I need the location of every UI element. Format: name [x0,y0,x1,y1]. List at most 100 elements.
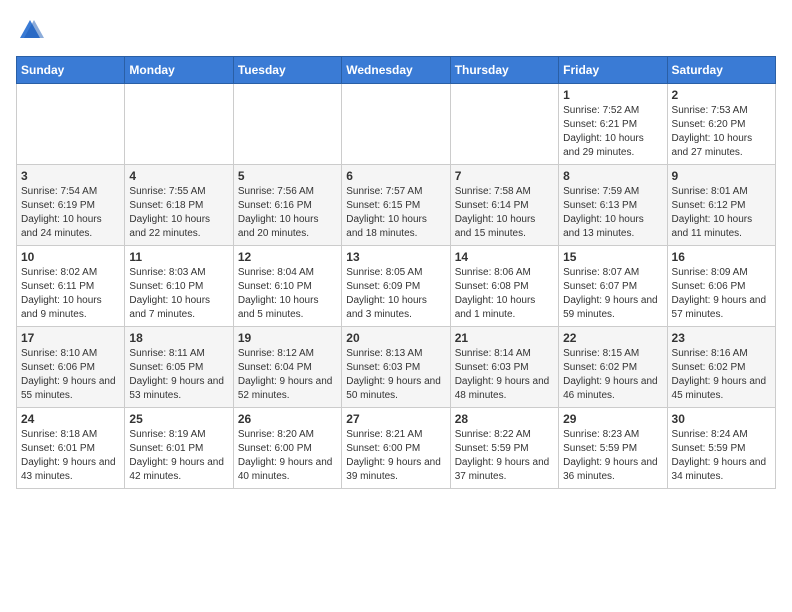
day-info: Sunrise: 7:59 AM Sunset: 6:13 PM Dayligh… [563,185,662,241]
day-info: Sunrise: 8:05 AM Sunset: 6:09 PM Dayligh… [346,266,445,322]
calendar-cell: 19Sunrise: 8:12 AM Sunset: 6:04 PM Dayli… [233,327,341,408]
day-header-wednesday: Wednesday [342,57,450,84]
day-number: 29 [563,412,662,426]
calendar-cell: 13 Sunrise: 8:05 AM Sunset: 6:09 PM Dayli… [342,246,450,327]
day-info: Sunrise: 8:07 AM Sunset: 6:07 PM Dayligh… [563,266,662,322]
calendar-cell: 1Sunrise: 7:52 AM Sunset: 6:21 PM Daylig… [559,84,667,165]
day-header-tuesday: Tuesday [233,57,341,84]
day-info: Sunrise: 8:24 AM Sunset: 5:59 PM Dayligh… [672,428,771,484]
day-info: Sunrise: 7:54 AM Sunset: 6:19 PM Dayligh… [21,185,120,241]
day-info: Sunrise: 8:03 AM Sunset: 6:10 PM Dayligh… [129,266,228,322]
calendar-cell: 21 Sunrise: 8:14 AM Sunset: 6:03 PM Dayli… [450,327,558,408]
day-info: Sunrise: 7:53 AM Sunset: 6:20 PM Dayligh… [672,104,771,160]
day-number: 6 [346,169,445,183]
calendar-cell: 5 Sunrise: 7:56 AM Sunset: 6:16 PM Daylig… [233,165,341,246]
day-number: 15 [563,250,662,264]
day-number: 22 [563,331,662,345]
day-number: 17 [21,331,120,345]
day-info: Sunrise: 8:12 AM Sunset: 6:04 PM Dayligh… [238,347,337,403]
calendar-cell: 7 Sunrise: 7:58 AM Sunset: 6:14 PM Daylig… [450,165,558,246]
calendar-week-2: 3 Sunrise: 7:54 AM Sunset: 6:19 PM Daylig… [17,165,776,246]
calendar-table: SundayMondayTuesdayWednesdayThursdayFrid… [16,56,776,489]
calendar-cell: 9 Sunrise: 8:01 AM Sunset: 6:12 PM Daylig… [667,165,775,246]
day-info: Sunrise: 8:20 AM Sunset: 6:00 PM Dayligh… [238,428,337,484]
calendar-cell: 12Sunrise: 8:04 AM Sunset: 6:10 PM Dayli… [233,246,341,327]
calendar-cell: 23 Sunrise: 8:16 AM Sunset: 6:02 PM Dayli… [667,327,775,408]
day-number: 13 [346,250,445,264]
day-info: Sunrise: 7:56 AM Sunset: 6:16 PM Dayligh… [238,185,337,241]
day-info: Sunrise: 8:02 AM Sunset: 6:11 PM Dayligh… [21,266,120,322]
day-number: 24 [21,412,120,426]
calendar-cell: 24Sunrise: 8:18 AM Sunset: 6:01 PM Dayli… [17,408,125,489]
day-number: 23 [672,331,771,345]
calendar-cell: 2 Sunrise: 7:53 AM Sunset: 6:20 PM Daylig… [667,84,775,165]
calendar-cell: 20 Sunrise: 8:13 AM Sunset: 6:03 PM Dayli… [342,327,450,408]
calendar-cell: 28 Sunrise: 8:22 AM Sunset: 5:59 PM Dayli… [450,408,558,489]
calendar-cell: 22 Sunrise: 8:15 AM Sunset: 6:02 PM Dayli… [559,327,667,408]
day-number: 4 [129,169,228,183]
day-number: 10 [21,250,120,264]
day-number: 30 [672,412,771,426]
calendar-cell: 17 Sunrise: 8:10 AM Sunset: 6:06 PM Dayli… [17,327,125,408]
calendar-cell: 4 Sunrise: 7:55 AM Sunset: 6:18 PM Daylig… [125,165,233,246]
day-number: 3 [21,169,120,183]
day-number: 5 [238,169,337,183]
day-info: Sunrise: 7:57 AM Sunset: 6:15 PM Dayligh… [346,185,445,241]
calendar-cell: 27 Sunrise: 8:21 AM Sunset: 6:00 PM Dayli… [342,408,450,489]
calendar-cell: 6 Sunrise: 7:57 AM Sunset: 6:15 PM Daylig… [342,165,450,246]
day-number: 26 [238,412,337,426]
calendar-cell: 26 Sunrise: 8:20 AM Sunset: 6:00 PM Dayli… [233,408,341,489]
day-number: 16 [672,250,771,264]
day-number: 2 [672,88,771,102]
day-number: 27 [346,412,445,426]
calendar-cell: 30 Sunrise: 8:24 AM Sunset: 5:59 PM Dayli… [667,408,775,489]
day-number: 21 [455,331,554,345]
calendar-cell [17,84,125,165]
calendar-week-3: 10 Sunrise: 8:02 AM Sunset: 6:11 PM Dayli… [17,246,776,327]
day-info: Sunrise: 8:14 AM Sunset: 6:03 PM Dayligh… [455,347,554,403]
day-info: Sunrise: 8:21 AM Sunset: 6:00 PM Dayligh… [346,428,445,484]
day-info: Sunrise: 8:11 AM Sunset: 6:05 PM Dayligh… [129,347,228,403]
day-number: 18 [129,331,228,345]
day-info: Sunrise: 8:15 AM Sunset: 6:02 PM Dayligh… [563,347,662,403]
day-number: 14 [455,250,554,264]
calendar-cell: 18 Sunrise: 8:11 AM Sunset: 6:05 PM Dayli… [125,327,233,408]
day-number: 7 [455,169,554,183]
calendar-cell: 3 Sunrise: 7:54 AM Sunset: 6:19 PM Daylig… [17,165,125,246]
logo [16,16,48,44]
calendar-week-4: 17 Sunrise: 8:10 AM Sunset: 6:06 PM Dayli… [17,327,776,408]
day-header-friday: Friday [559,57,667,84]
day-info: Sunrise: 8:19 AM Sunset: 6:01 PM Dayligh… [129,428,228,484]
day-info: Sunrise: 8:13 AM Sunset: 6:03 PM Dayligh… [346,347,445,403]
calendar-cell: 29 Sunrise: 8:23 AM Sunset: 5:59 PM Dayli… [559,408,667,489]
day-number: 12 [238,250,337,264]
calendar-cell [450,84,558,165]
day-info: Sunrise: 7:55 AM Sunset: 6:18 PM Dayligh… [129,185,228,241]
day-number: 25 [129,412,228,426]
calendar-week-5: 24Sunrise: 8:18 AM Sunset: 6:01 PM Dayli… [17,408,776,489]
day-info: Sunrise: 8:06 AM Sunset: 6:08 PM Dayligh… [455,266,554,322]
day-info: Sunrise: 7:58 AM Sunset: 6:14 PM Dayligh… [455,185,554,241]
day-number: 20 [346,331,445,345]
calendar-cell: 14 Sunrise: 8:06 AM Sunset: 6:08 PM Dayli… [450,246,558,327]
header-row: SundayMondayTuesdayWednesdayThursdayFrid… [17,57,776,84]
day-number: 8 [563,169,662,183]
day-number: 28 [455,412,554,426]
calendar-cell: 25 Sunrise: 8:19 AM Sunset: 6:01 PM Dayli… [125,408,233,489]
header [16,16,776,44]
calendar-cell: 16 Sunrise: 8:09 AM Sunset: 6:06 PM Dayli… [667,246,775,327]
calendar-cell: 8 Sunrise: 7:59 AM Sunset: 6:13 PM Daylig… [559,165,667,246]
day-info: Sunrise: 8:23 AM Sunset: 5:59 PM Dayligh… [563,428,662,484]
calendar-cell [233,84,341,165]
day-number: 11 [129,250,228,264]
day-info: Sunrise: 8:16 AM Sunset: 6:02 PM Dayligh… [672,347,771,403]
day-info: Sunrise: 8:22 AM Sunset: 5:59 PM Dayligh… [455,428,554,484]
day-info: Sunrise: 8:10 AM Sunset: 6:06 PM Dayligh… [21,347,120,403]
day-info: Sunrise: 8:09 AM Sunset: 6:06 PM Dayligh… [672,266,771,322]
day-header-monday: Monday [125,57,233,84]
day-header-thursday: Thursday [450,57,558,84]
calendar-cell [125,84,233,165]
day-number: 9 [672,169,771,183]
day-info: Sunrise: 8:01 AM Sunset: 6:12 PM Dayligh… [672,185,771,241]
calendar-cell: 15 Sunrise: 8:07 AM Sunset: 6:07 PM Dayli… [559,246,667,327]
